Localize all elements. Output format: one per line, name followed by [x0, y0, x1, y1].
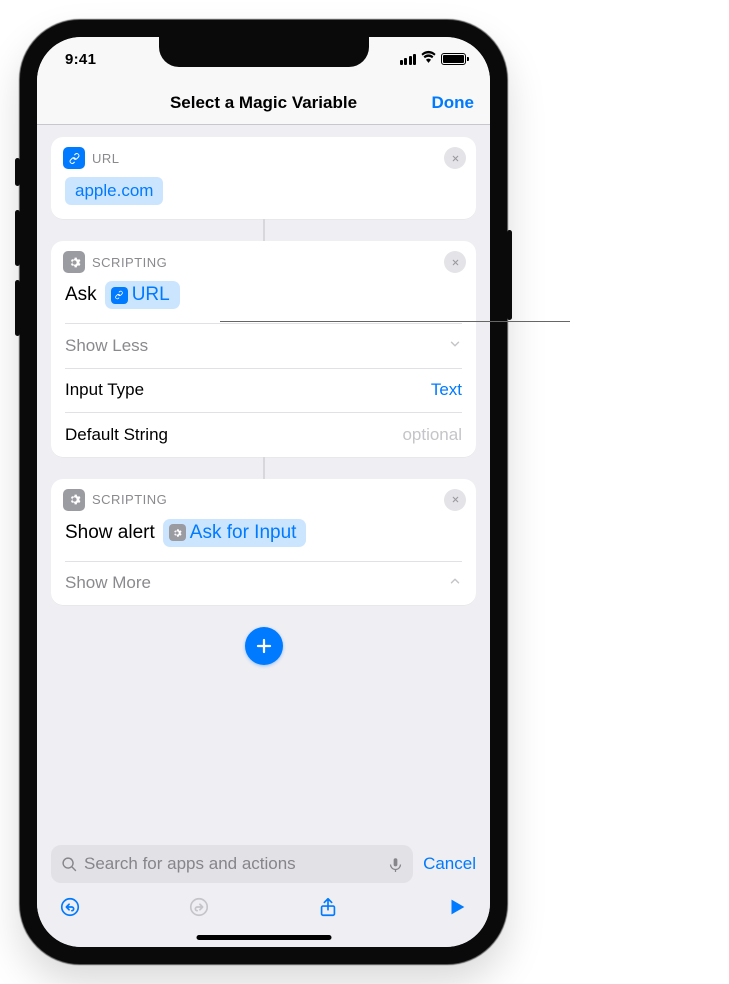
- url-value-pill[interactable]: apple.com: [65, 177, 163, 205]
- gear-icon: [169, 524, 186, 541]
- status-time: 9:41: [65, 51, 96, 68]
- action-verb: Show alert: [65, 522, 155, 544]
- section-label: URL: [92, 151, 120, 166]
- default-string-placeholder: optional: [402, 425, 462, 445]
- action-verb: Ask: [65, 284, 97, 306]
- input-type-label: Input Type: [65, 380, 144, 400]
- link-icon: [63, 147, 85, 169]
- annotation-line: [220, 321, 570, 322]
- gear-icon: [63, 251, 85, 273]
- page-title: Select a Magic Variable: [170, 93, 357, 113]
- input-type-value: Text: [431, 380, 462, 400]
- show-less-row[interactable]: Show Less: [51, 324, 476, 368]
- bottom-toolbar: [37, 891, 490, 927]
- share-button[interactable]: [317, 896, 339, 923]
- magic-variable-ask-for-input[interactable]: Ask for Input: [163, 519, 307, 547]
- magic-variable-url[interactable]: URL: [105, 281, 180, 309]
- action-card-alert: SCRIPTING Show alert Ask for Input: [51, 479, 476, 606]
- run-button[interactable]: [446, 896, 468, 923]
- clear-button[interactable]: [444, 147, 466, 169]
- action-summary: Ask URL: [65, 281, 462, 309]
- search-input[interactable]: Search for apps and actions: [51, 845, 413, 883]
- show-more-label: Show More: [65, 573, 151, 593]
- status-icons: [400, 48, 467, 70]
- undo-button[interactable]: [59, 896, 81, 923]
- battery-icon: [441, 53, 466, 65]
- redo-button: [188, 896, 210, 923]
- cancel-button[interactable]: Cancel: [423, 854, 476, 874]
- action-card-url: URL apple.com: [51, 137, 476, 219]
- nav-bar: Select a Magic Variable Done: [37, 81, 490, 125]
- search-placeholder: Search for apps and actions: [84, 854, 382, 874]
- action-summary: Show alert Ask for Input: [65, 519, 462, 547]
- section-label: SCRIPTING: [92, 255, 167, 270]
- chevron-down-icon: [448, 336, 462, 356]
- search-icon: [61, 856, 78, 873]
- link-icon: [111, 287, 128, 304]
- add-action-button[interactable]: [245, 627, 283, 665]
- cellular-icon: [400, 54, 417, 65]
- done-button[interactable]: Done: [432, 93, 475, 113]
- show-more-row[interactable]: Show More: [51, 561, 476, 605]
- pill-label: Ask for Input: [190, 522, 297, 544]
- show-less-label: Show Less: [65, 336, 148, 356]
- mic-icon[interactable]: [388, 856, 403, 873]
- default-string-label: Default String: [65, 425, 168, 445]
- home-indicator[interactable]: [196, 935, 331, 940]
- input-type-row[interactable]: Input Type Text: [51, 368, 476, 412]
- wifi-icon: [420, 48, 437, 70]
- pill-label: URL: [132, 284, 170, 306]
- clear-button[interactable]: [444, 251, 466, 273]
- action-card-ask: SCRIPTING Ask URL Sho: [51, 241, 476, 457]
- section-label: SCRIPTING: [92, 492, 167, 507]
- clear-button[interactable]: [444, 489, 466, 511]
- chevron-up-icon: [448, 573, 462, 593]
- gear-icon: [63, 489, 85, 511]
- default-string-row[interactable]: Default String optional: [51, 413, 476, 457]
